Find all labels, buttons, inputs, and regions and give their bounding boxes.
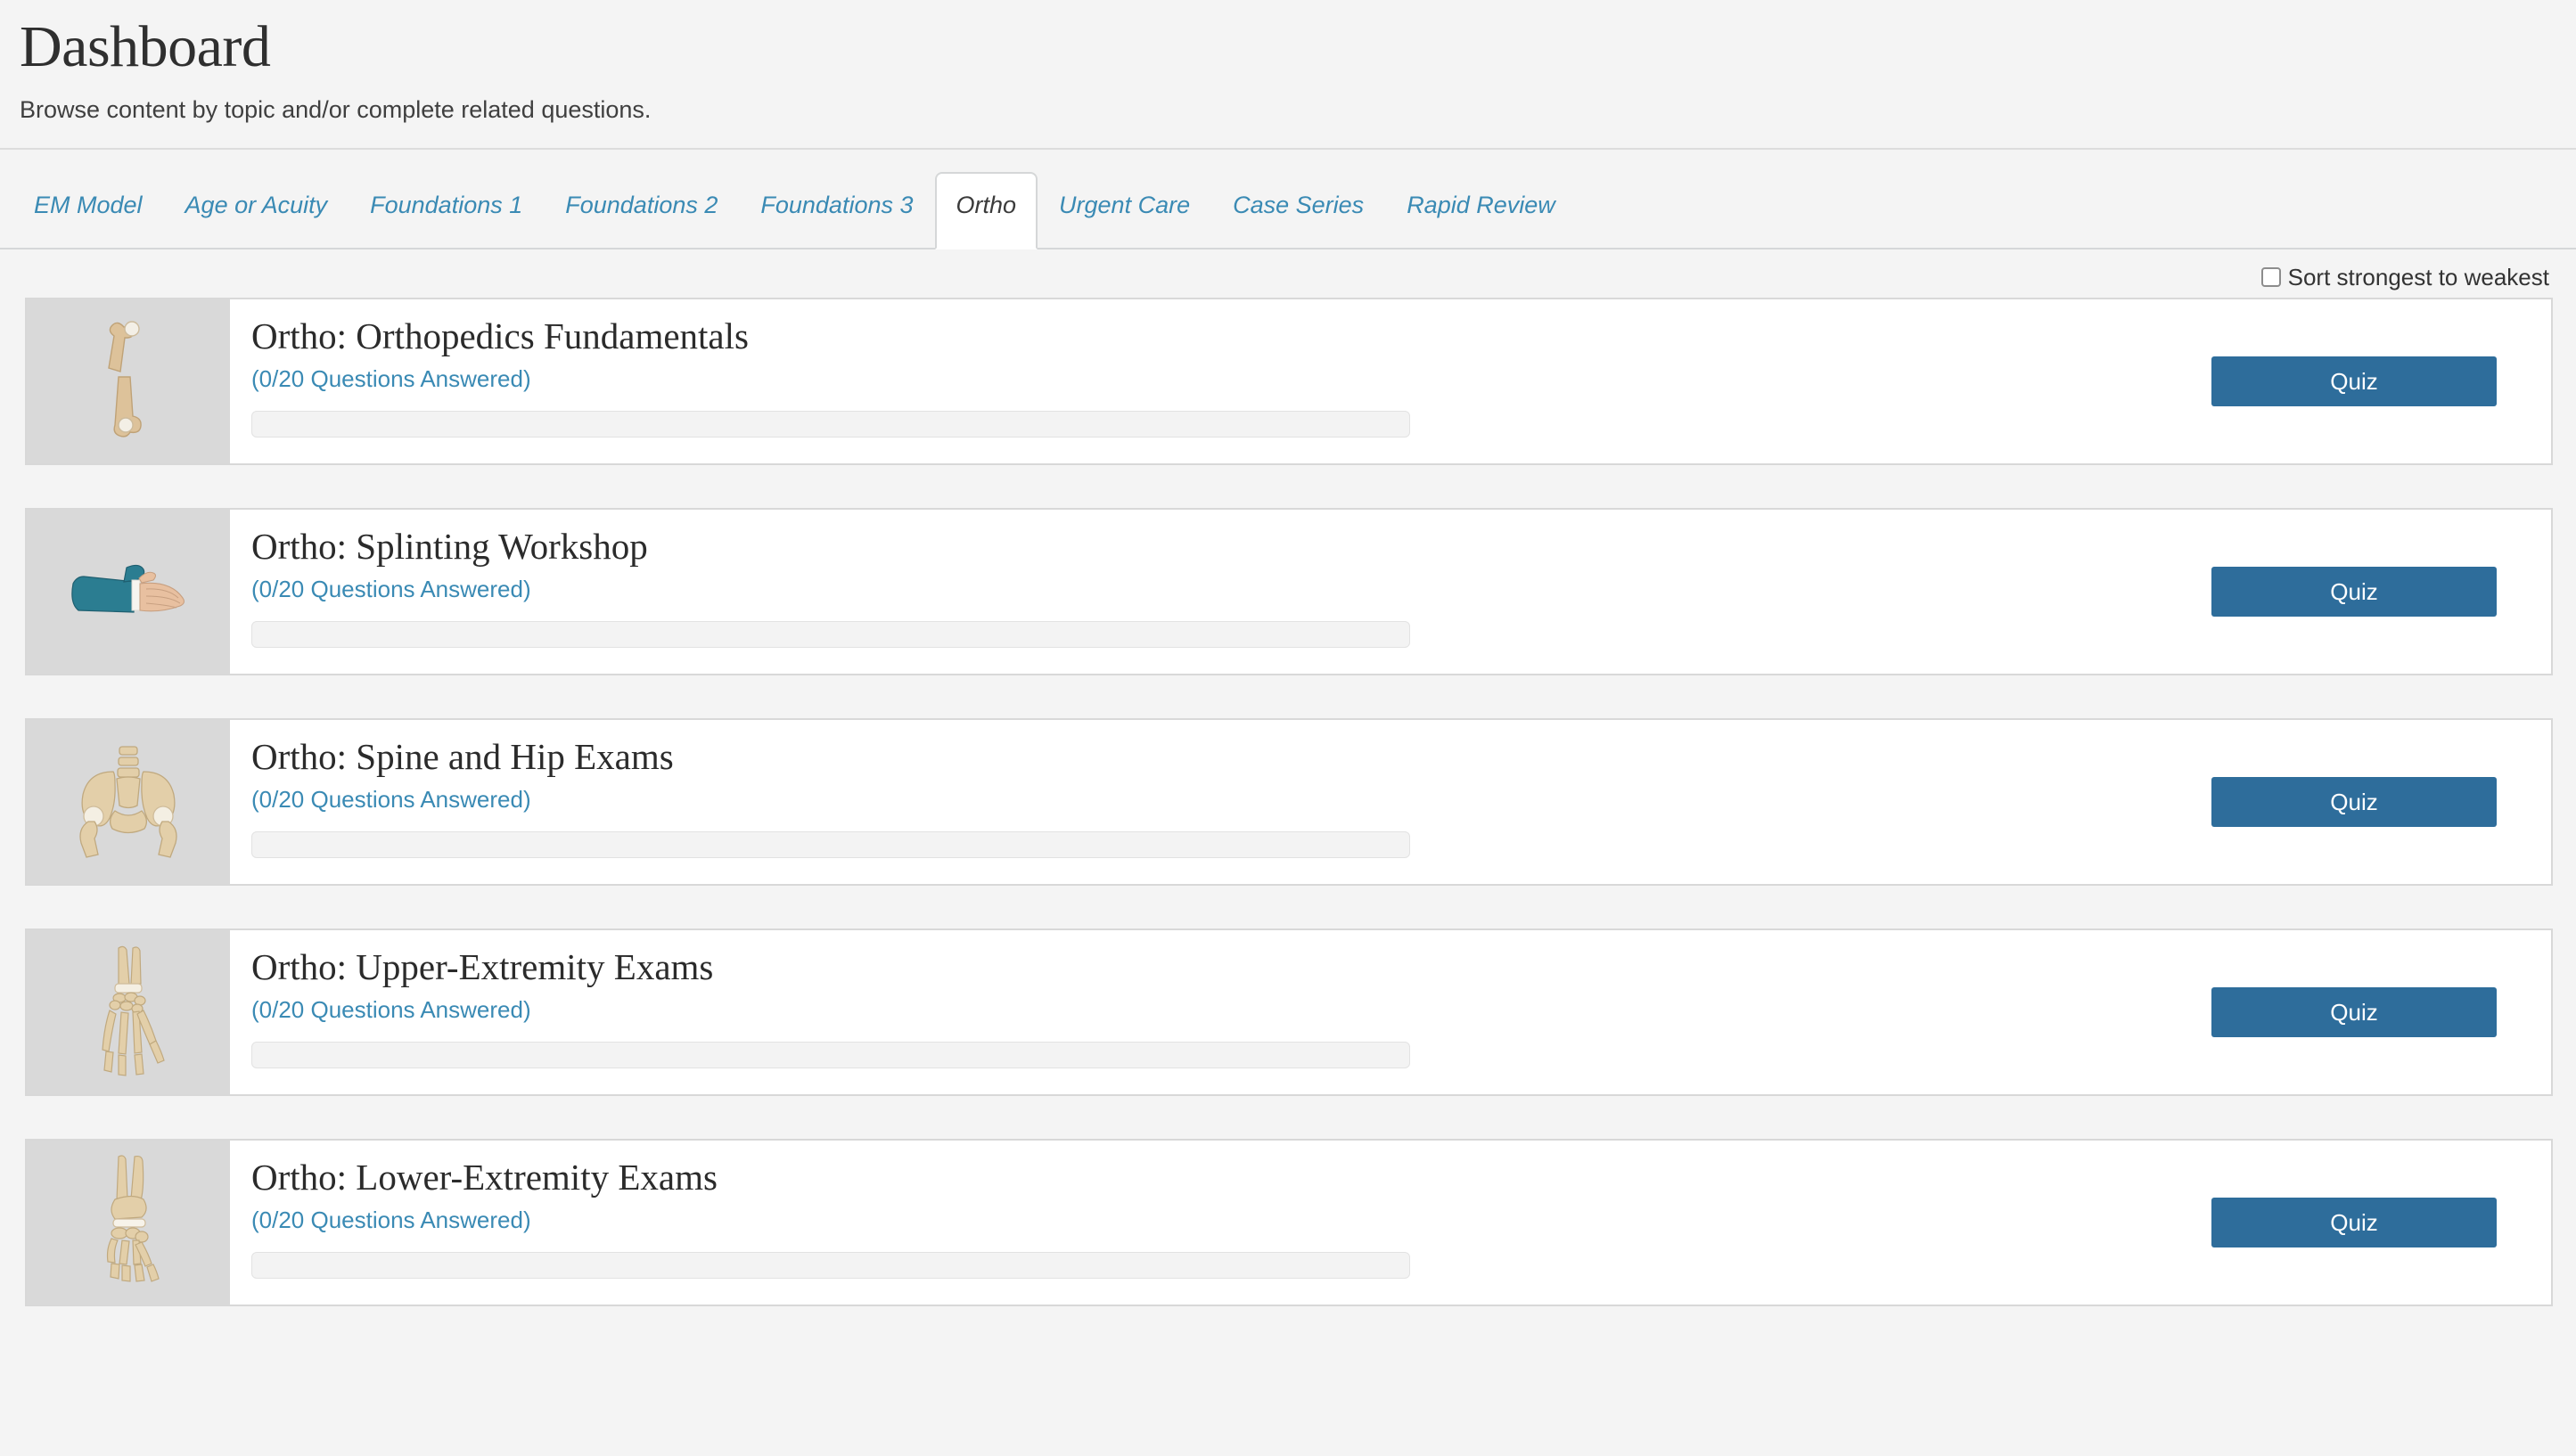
tab-em-model[interactable]: EM Model [12,192,164,248]
questions-answered-label[interactable]: (0/20 Questions Answered) [251,787,2177,813]
tab-ortho[interactable]: Ortho [934,171,1038,249]
topic-card[interactable]: Ortho: Orthopedics Fundamentals (0/20 Que… [25,297,2553,465]
questions-answered-label[interactable]: (0/20 Questions Answered) [251,1207,2177,1233]
tab-urgent-care[interactable]: Urgent Care [1038,192,1211,248]
page-header: Dashboard Browse content by topic and/or… [0,0,2576,125]
progress-bar [251,831,1410,859]
tab-foundations-3[interactable]: Foundations 3 [739,192,934,248]
splinted-hand-icon [57,543,200,641]
questions-answered-label[interactable]: (0/20 Questions Answered) [251,577,2177,602]
topic-title: Ortho: Orthopedics Fundamentals [251,315,749,356]
pelvis-bone-icon [62,741,195,862]
topic-card-body: Ortho: Lower-Extremity Exams (0/20 Questi… [230,1141,2177,1305]
tab-list: EM Model Age or Acuity Foundations 1 Founda… [0,150,2576,249]
quiz-button[interactable]: Quiz [2211,1197,2497,1247]
progress-bar [251,1252,1410,1280]
topic-card-list: Ortho: Orthopedics Fundamentals (0/20 Que… [0,290,2576,1306]
quiz-button[interactable]: Quiz [2211,776,2497,827]
topic-card-actions: Quiz [2177,510,2551,674]
progress-bar [251,621,1410,649]
topic-title: Ortho: Upper-Extremity Exams [251,945,714,987]
tab-age-or-acuity[interactable]: Age or Acuity [164,192,349,248]
topic-card-body: Ortho: Upper-Extremity Exams (0/20 Questi… [230,930,2177,1094]
tab-foundations-2[interactable]: Foundations 2 [544,192,739,248]
topic-thumbnail [27,1140,230,1305]
topic-card[interactable]: Ortho: Upper-Extremity Exams (0/20 Questi… [25,928,2553,1096]
questions-answered-label[interactable]: (0/20 Questions Answered) [251,366,2177,392]
tab-strip: EM Model Age or Acuity Foundations 1 Founda… [0,147,2576,249]
topic-card[interactable]: Ortho: Lower-Extremity Exams (0/20 Questi… [25,1138,2553,1306]
topic-thumbnail [27,299,230,463]
hand-skeleton-icon [79,941,177,1084]
topic-title: Ortho: Spine and Hip Exams [251,735,674,777]
questions-answered-label[interactable]: (0/20 Questions Answered) [251,997,2177,1023]
progress-bar [251,1042,1410,1069]
topic-card-actions: Quiz [2177,720,2551,884]
topic-card-actions: Quiz [2177,930,2551,1094]
sort-strongest-checkbox[interactable] [2260,266,2281,287]
topic-title: Ortho: Splinting Workshop [251,525,648,567]
foot-skeleton-icon [79,1151,177,1294]
topic-title: Ortho: Lower-Extremity Exams [251,1156,718,1198]
topic-card[interactable]: Ortho: Splinting Workshop (0/20 Questions… [25,507,2553,675]
progress-bar [251,411,1410,438]
page-title: Dashboard [20,14,271,79]
quiz-button[interactable]: Quiz [2211,566,2497,617]
topic-thumbnail [27,509,230,674]
quiz-button[interactable]: Quiz [2211,356,2497,406]
fractured-bone-icon [75,315,182,448]
tab-rapid-review[interactable]: Rapid Review [1385,192,1577,248]
sort-row: Sort strongest to weakest [0,249,2576,290]
topic-thumbnail [27,929,230,1094]
tab-foundations-1[interactable]: Foundations 1 [349,192,544,248]
page-subtitle: Browse content by topic and/or complete … [20,96,652,124]
topic-card-body: Ortho: Spine and Hip Exams (0/20 Question… [230,720,2177,884]
topic-thumbnail [27,719,230,884]
sort-strongest-label: Sort strongest to weakest [2287,263,2549,290]
topic-card[interactable]: Ortho: Spine and Hip Exams (0/20 Question… [25,717,2553,886]
quiz-button[interactable]: Quiz [2211,986,2497,1037]
topic-card-body: Ortho: Splinting Workshop (0/20 Questions… [230,510,2177,674]
tab-case-series[interactable]: Case Series [1211,192,1385,248]
topic-card-actions: Quiz [2177,299,2551,463]
topic-card-actions: Quiz [2177,1141,2551,1305]
topic-card-body: Ortho: Orthopedics Fundamentals (0/20 Que… [230,299,2177,463]
